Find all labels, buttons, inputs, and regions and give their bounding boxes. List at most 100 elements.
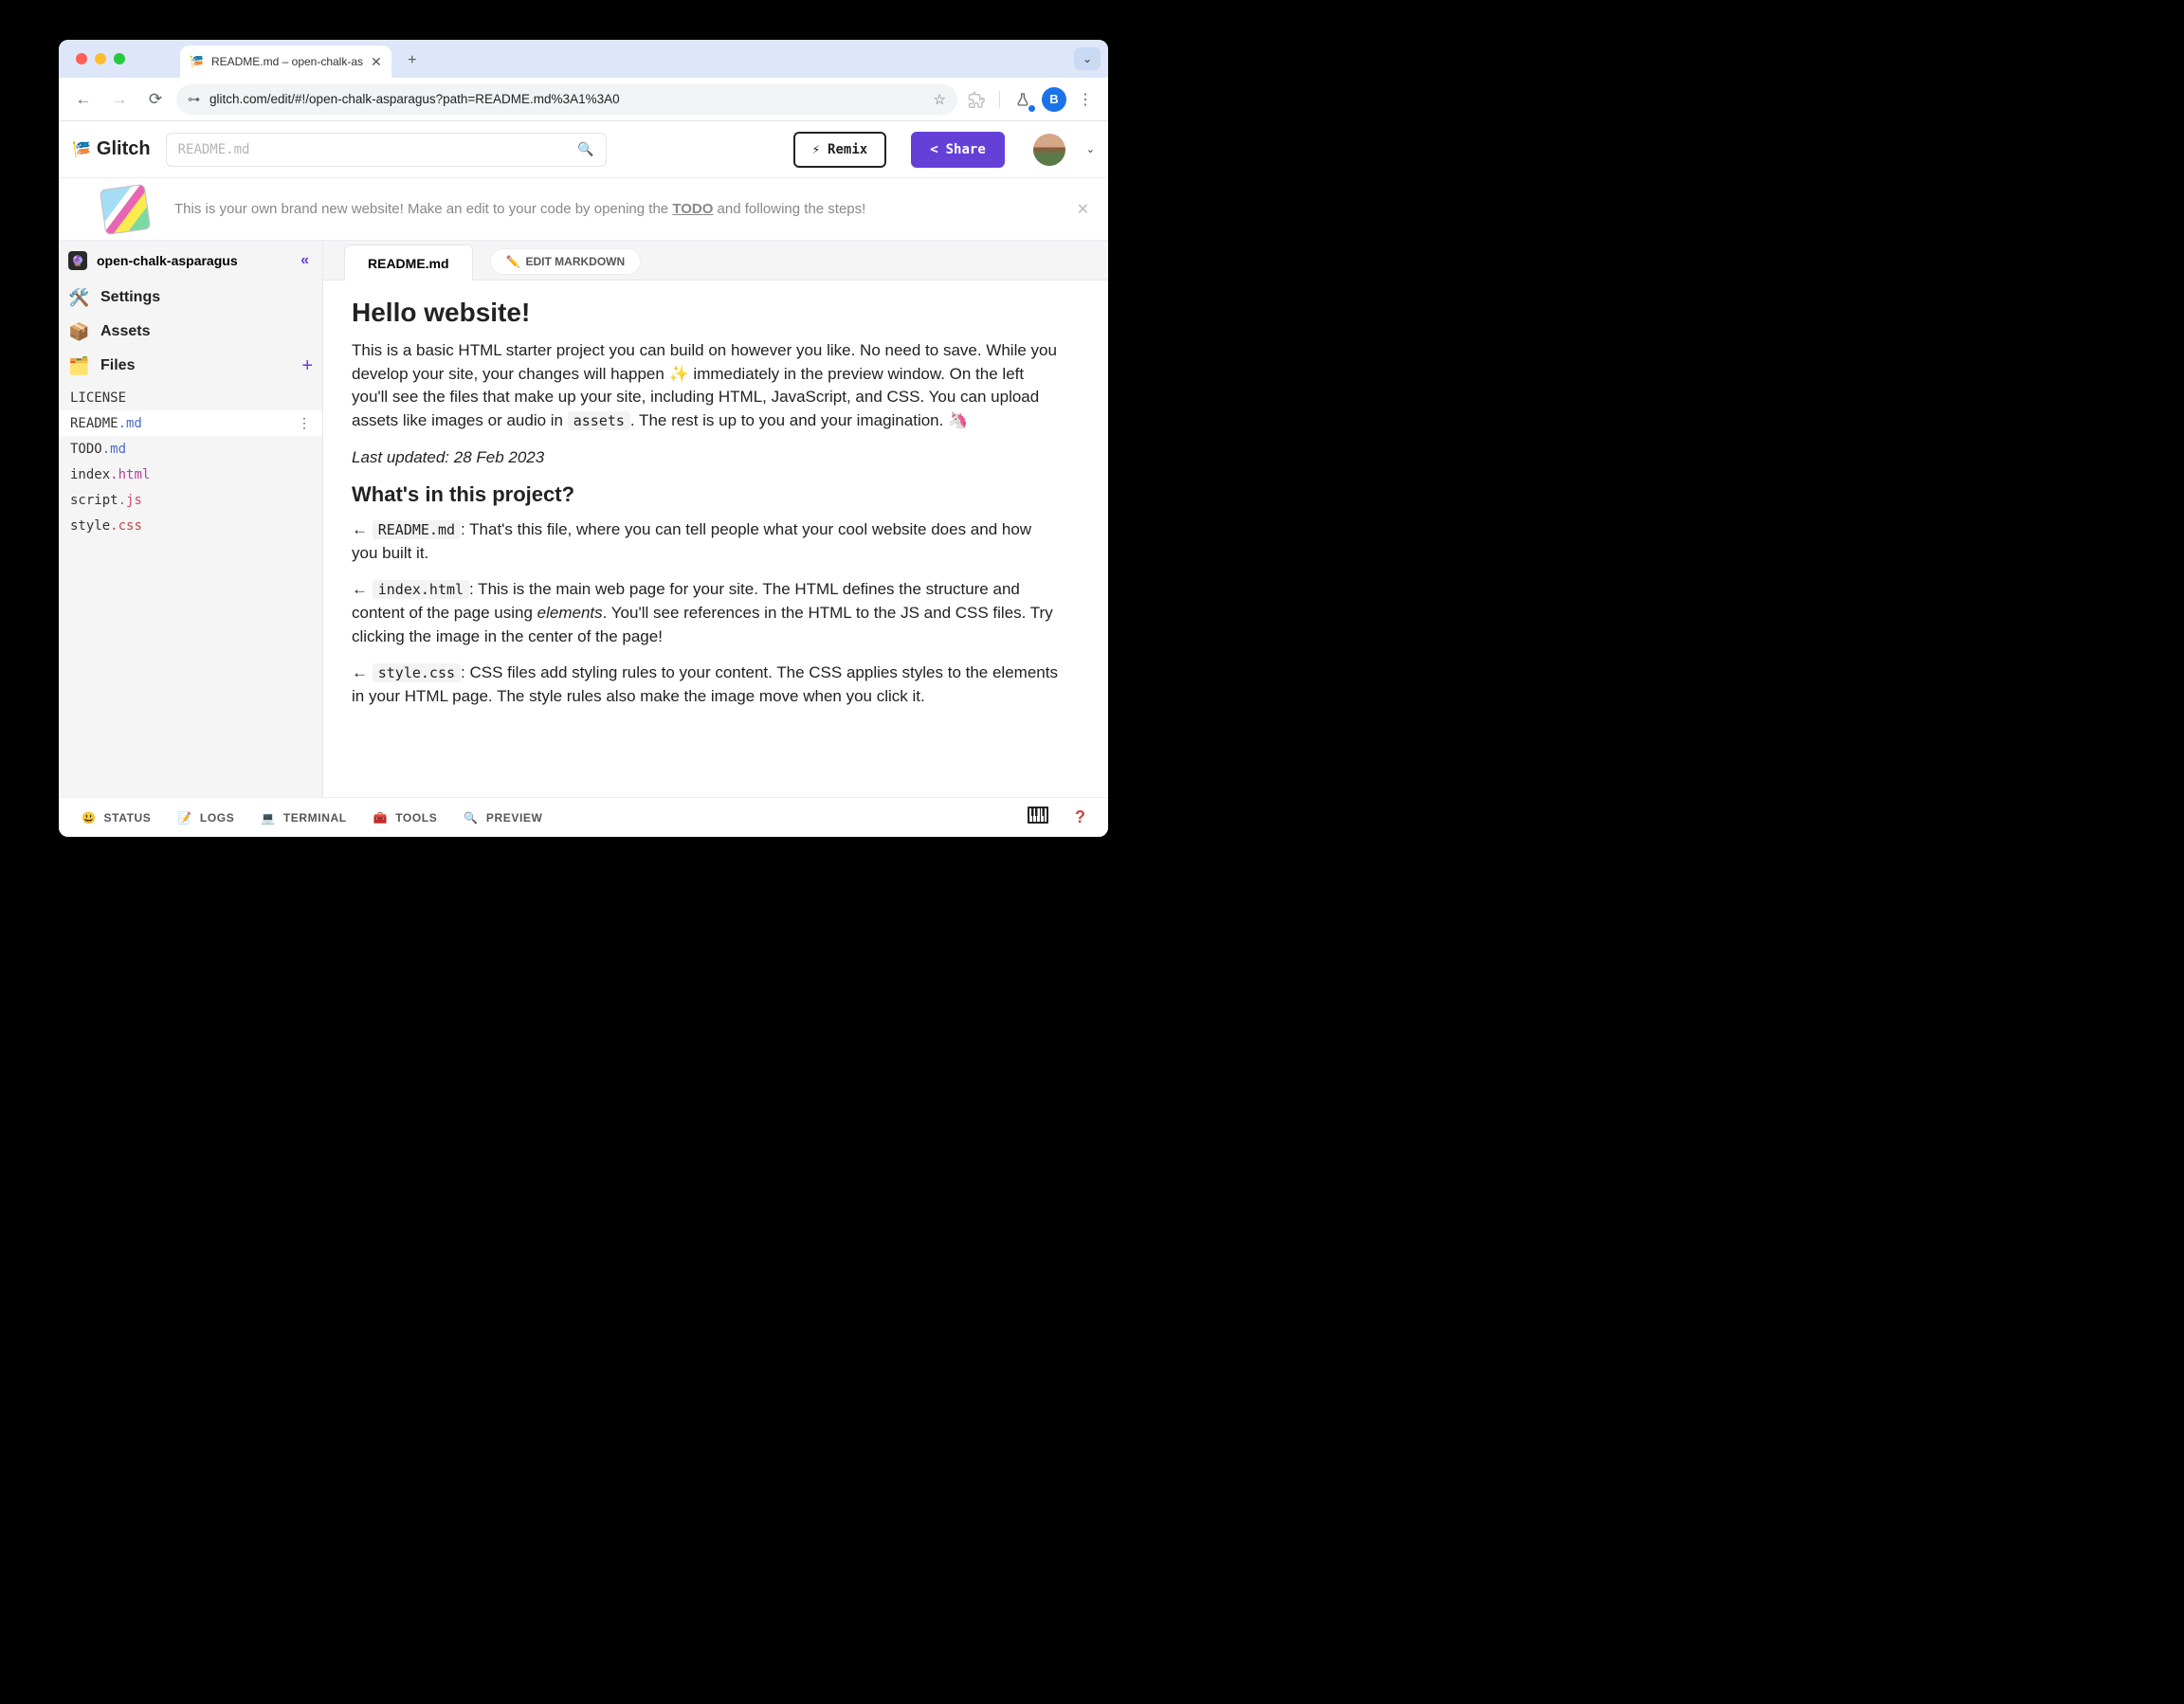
back-button[interactable]: ← <box>68 84 99 115</box>
banner-todo-link[interactable]: TODO <box>672 201 713 217</box>
editor-tab-label: README.md <box>368 256 449 271</box>
glitch-app: 🎏 Glitch README.md 🔍 ⚡ Remix < Share ⌄ <box>59 121 1108 837</box>
readme-file-item: ← README.md: That's this file, where you… <box>352 518 1059 565</box>
tab-close-icon[interactable]: ✕ <box>371 54 382 70</box>
sidebar-assets[interactable]: 📦 Assets <box>59 315 322 349</box>
file-ext: .md <box>102 442 126 457</box>
extensions-icon[interactable] <box>963 86 990 113</box>
project-selector[interactable]: 🔮 open-chalk-asparagus « <box>59 241 322 281</box>
footer-status[interactable]: 😃 STATUS <box>82 811 151 825</box>
banner-text: This is your own brand new website! Make… <box>174 201 865 217</box>
reload-button[interactable]: ⟳ <box>140 84 171 115</box>
forward-button[interactable]: → <box>104 84 135 115</box>
labs-icon[interactable] <box>1010 86 1036 113</box>
readme-h2: What's in this project? <box>352 482 1059 507</box>
new-tab-button[interactable]: + <box>399 47 426 74</box>
tab-title: README.md – open-chalk-as <box>211 55 363 68</box>
help-icon[interactable]: ? <box>1075 807 1085 827</box>
footer-logs[interactable]: 📝 LOGS <box>177 811 234 825</box>
close-window-icon[interactable] <box>76 53 87 64</box>
tab-favicon-icon: 🎏 <box>190 55 204 68</box>
assets-label: Assets <box>100 323 150 340</box>
browser-tab-bar: 🎏 README.md – open-chalk-as ✕ + ⌄ <box>59 40 1108 78</box>
file-ext: .md <box>118 416 142 431</box>
user-avatar[interactable] <box>1033 134 1065 166</box>
preview-icon: 🔍 <box>464 811 479 825</box>
edit-markdown-button[interactable]: ✏️ EDIT MARKDOWN <box>490 248 642 275</box>
inline-code: README.md <box>373 520 461 539</box>
workspace: 🔮 open-chalk-asparagus « 🛠️ Settings 📦 A… <box>59 241 1108 797</box>
profile-badge[interactable]: B <box>1042 87 1066 112</box>
collapse-sidebar-icon[interactable]: « <box>300 252 309 269</box>
logs-icon: 📝 <box>177 811 192 825</box>
file-base: TODO <box>70 442 102 457</box>
footer-bar: 😃 STATUS 📝 LOGS 💻 TERMINAL 🧰 TOOLS 🔍 PRE… <box>59 797 1108 837</box>
file-item[interactable]: script.js <box>59 487 322 513</box>
keyboard-shortcuts-icon[interactable] <box>1028 807 1048 829</box>
glitch-logo-icon: 🎏 <box>72 140 91 159</box>
inline-code: style.css <box>373 663 461 682</box>
file-base: style <box>70 518 110 534</box>
search-icon: 🔍 <box>577 141 593 157</box>
edit-markdown-label: EDIT MARKDOWN <box>526 255 626 268</box>
banner-close-icon[interactable]: ✕ <box>1077 200 1089 219</box>
url-bar[interactable]: ⊶ glitch.com/edit/#!/open-chalk-asparagu… <box>176 84 957 115</box>
sidebar-settings[interactable]: 🛠️ Settings <box>59 281 322 315</box>
share-button[interactable]: < Share <box>911 132 1005 168</box>
bookmark-icon[interactable]: ☆ <box>934 91 946 108</box>
sidebar: 🔮 open-chalk-asparagus « 🛠️ Settings 📦 A… <box>59 241 323 797</box>
project-name: open-chalk-asparagus <box>97 253 238 268</box>
readme-file-item: ← index.html: This is the main web page … <box>352 578 1059 648</box>
sidebar-files-header[interactable]: 🗂️ Files + <box>59 349 322 383</box>
file-item[interactable]: style.css <box>59 513 322 538</box>
file-list: LICENSEREADME.md⋮TODO.mdindex.htmlscript… <box>59 383 322 538</box>
search-input[interactable]: README.md 🔍 <box>166 133 607 167</box>
share-label: Share <box>946 142 986 157</box>
site-settings-icon[interactable]: ⊶ <box>188 92 200 107</box>
readme-last-updated: Last updated: 28 Feb 2023 <box>352 446 1059 470</box>
file-item[interactable]: index.html <box>59 462 322 487</box>
file-ext: .html <box>110 467 150 482</box>
remix-label: Remix <box>828 142 867 157</box>
info-banner: This is your own brand new website! Make… <box>59 178 1108 241</box>
footer-preview[interactable]: 🔍 PREVIEW <box>464 811 542 825</box>
assets-icon: 📦 <box>68 322 89 342</box>
add-file-button[interactable]: + <box>301 355 313 377</box>
file-menu-icon[interactable]: ⋮ <box>298 416 311 431</box>
file-item[interactable]: LICENSE <box>59 385 322 410</box>
remix-icon: ⚡ <box>812 142 820 157</box>
address-bar: ← → ⟳ ⊶ glitch.com/edit/#!/open-chalk-as… <box>59 78 1108 121</box>
file-base: index <box>70 467 110 482</box>
pencil-icon: ✏️ <box>506 255 520 268</box>
footer-terminal[interactable]: 💻 TERMINAL <box>261 811 346 825</box>
footer-tools[interactable]: 🧰 TOOLS <box>373 811 438 825</box>
tools-icon: 🧰 <box>373 811 389 825</box>
status-icon: 😃 <box>82 811 97 825</box>
editor-tab-readme[interactable]: README.md <box>344 245 473 281</box>
file-ext: .js <box>118 493 142 508</box>
maximize-window-icon[interactable] <box>114 53 125 64</box>
search-placeholder: README.md <box>178 142 250 157</box>
browser-tab[interactable]: 🎏 README.md – open-chalk-as ✕ <box>180 45 391 78</box>
file-base: LICENSE <box>70 390 126 406</box>
minimize-window-icon[interactable] <box>95 53 106 64</box>
settings-label: Settings <box>100 289 160 306</box>
inline-code: index.html <box>373 580 469 599</box>
window-controls <box>76 53 125 78</box>
file-item[interactable]: TODO.md <box>59 436 322 462</box>
readme-preview: Hello website! This is a basic HTML star… <box>323 281 1108 797</box>
remix-button[interactable]: ⚡ Remix <box>793 132 887 168</box>
file-base: script <box>70 493 118 508</box>
files-icon: 🗂️ <box>68 356 89 376</box>
brand-logo[interactable]: 🎏 Glitch <box>72 138 151 160</box>
files-label: Files <box>100 357 135 374</box>
editor-area: README.md ✏️ EDIT MARKDOWN Hello website… <box>323 241 1108 797</box>
browser-window: 🎏 README.md – open-chalk-as ✕ + ⌄ ← → ⟳ … <box>59 40 1108 837</box>
readme-h1: Hello website! <box>352 298 1059 328</box>
url-text: glitch.com/edit/#!/open-chalk-asparagus?… <box>209 92 924 106</box>
tab-overflow-button[interactable]: ⌄ <box>1074 47 1101 70</box>
banner-illustration-icon <box>100 183 151 234</box>
file-item[interactable]: README.md⋮ <box>59 410 322 436</box>
browser-menu-icon[interactable]: ⋮ <box>1072 86 1099 113</box>
chevron-down-icon[interactable]: ⌄ <box>1086 143 1095 155</box>
